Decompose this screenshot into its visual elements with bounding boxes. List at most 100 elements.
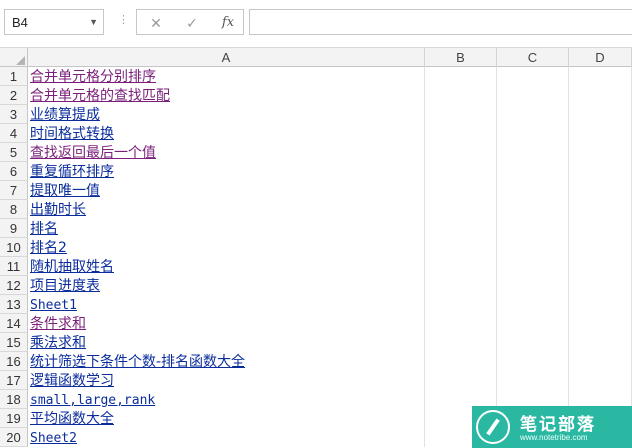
row-header[interactable]: 17 [0, 371, 28, 390]
column-header-d[interactable]: D [569, 48, 632, 67]
sheet-hyperlink[interactable]: 统计筛选下条件个数-排名函数大全 [28, 354, 245, 370]
cell-b[interactable] [425, 181, 497, 200]
cell-c[interactable] [497, 200, 569, 219]
enter-check-icon[interactable]: ✓ [181, 13, 203, 33]
sheet-hyperlink[interactable]: 乘法求和 [28, 335, 86, 351]
row-header[interactable]: 20 [0, 428, 28, 447]
cell-b[interactable] [425, 86, 497, 105]
sheet-hyperlink[interactable]: 项目进度表 [28, 278, 100, 294]
row-header[interactable]: 2 [0, 86, 28, 105]
cell-b[interactable] [425, 333, 497, 352]
cell-b[interactable] [425, 295, 497, 314]
row-header[interactable]: 6 [0, 162, 28, 181]
sheet-hyperlink[interactable]: 出勤时长 [28, 202, 86, 218]
cell-c[interactable] [497, 314, 569, 333]
cell-c[interactable] [497, 181, 569, 200]
column-header-c[interactable]: C [497, 48, 569, 67]
cell-b[interactable] [425, 105, 497, 124]
cell-a[interactable]: 平均函数大全 [28, 409, 425, 428]
row-header[interactable]: 5 [0, 143, 28, 162]
cell-d[interactable] [569, 200, 632, 219]
cell-a[interactable]: 合并单元格分别排序 [28, 67, 425, 86]
sheet-hyperlink[interactable]: 提取唯一值 [28, 183, 100, 199]
cell-a[interactable]: 乘法求和 [28, 333, 425, 352]
sheet-hyperlink[interactable]: Sheet2 [28, 431, 77, 446]
cell-a[interactable]: 随机抽取姓名 [28, 257, 425, 276]
cell-b[interactable] [425, 314, 497, 333]
cell-a[interactable]: 时间格式转换 [28, 124, 425, 143]
chevron-down-icon[interactable]: ▼ [89, 17, 98, 27]
cell-d[interactable] [569, 219, 632, 238]
cell-d[interactable] [569, 162, 632, 181]
cell-b[interactable] [425, 352, 497, 371]
cell-d[interactable] [569, 333, 632, 352]
cell-d[interactable] [569, 143, 632, 162]
row-header[interactable]: 13 [0, 295, 28, 314]
cell-c[interactable] [497, 162, 569, 181]
cell-b[interactable] [425, 200, 497, 219]
row-header[interactable]: 4 [0, 124, 28, 143]
name-box[interactable]: B4 ▼ [4, 9, 104, 35]
sheet-hyperlink[interactable]: 排名2 [28, 240, 67, 256]
cell-a[interactable]: 逻辑函数学习 [28, 371, 425, 390]
cell-b[interactable] [425, 276, 497, 295]
row-header[interactable]: 12 [0, 276, 28, 295]
row-header[interactable]: 14 [0, 314, 28, 333]
cell-c[interactable] [497, 276, 569, 295]
cell-a[interactable]: 项目进度表 [28, 276, 425, 295]
cell-d[interactable] [569, 276, 632, 295]
cell-b[interactable] [425, 238, 497, 257]
cell-a[interactable]: 重复循环排序 [28, 162, 425, 181]
cell-a[interactable]: 业绩算提成 [28, 105, 425, 124]
row-header[interactable]: 8 [0, 200, 28, 219]
sheet-hyperlink[interactable]: 逻辑函数学习 [28, 373, 114, 389]
cell-b[interactable] [425, 124, 497, 143]
cell-d[interactable] [569, 295, 632, 314]
row-header[interactable]: 16 [0, 352, 28, 371]
cell-a[interactable]: 出勤时长 [28, 200, 425, 219]
column-header-b[interactable]: B [425, 48, 497, 67]
cell-d[interactable] [569, 257, 632, 276]
cell-d[interactable] [569, 352, 632, 371]
cell-c[interactable] [497, 219, 569, 238]
drag-handle-icon[interactable]: ⋮ [118, 13, 130, 26]
cell-a[interactable]: 条件求和 [28, 314, 425, 333]
row-header[interactable]: 9 [0, 219, 28, 238]
cell-d[interactable] [569, 86, 632, 105]
cell-d[interactable] [569, 314, 632, 333]
cell-b[interactable] [425, 371, 497, 390]
sheet-hyperlink[interactable]: 排名 [28, 221, 58, 237]
sheet-hyperlink[interactable]: 合并单元格的查找匹配 [28, 88, 170, 104]
cell-d[interactable] [569, 238, 632, 257]
row-header[interactable]: 15 [0, 333, 28, 352]
cell-d[interactable] [569, 105, 632, 124]
row-header[interactable]: 19 [0, 409, 28, 428]
select-all-button[interactable] [0, 48, 28, 67]
cell-b[interactable] [425, 219, 497, 238]
cell-c[interactable] [497, 371, 569, 390]
cell-d[interactable] [569, 181, 632, 200]
sheet-hyperlink[interactable]: 随机抽取姓名 [28, 259, 114, 275]
sheet-hyperlink[interactable]: Sheet1 [28, 298, 77, 313]
cell-a[interactable]: 查找返回最后一个值 [28, 143, 425, 162]
cell-d[interactable] [569, 124, 632, 143]
cell-a[interactable]: Sheet1 [28, 295, 425, 314]
cell-c[interactable] [497, 143, 569, 162]
cell-b[interactable] [425, 67, 497, 86]
sheet-hyperlink[interactable]: 查找返回最后一个值 [28, 145, 156, 161]
column-header-a[interactable]: A [28, 48, 425, 67]
cell-a[interactable]: 合并单元格的查找匹配 [28, 86, 425, 105]
cell-c[interactable] [497, 86, 569, 105]
cell-a[interactable]: Sheet2 [28, 428, 425, 447]
cell-b[interactable] [425, 143, 497, 162]
row-header[interactable]: 7 [0, 181, 28, 200]
cell-a[interactable]: 排名2 [28, 238, 425, 257]
sheet-hyperlink[interactable]: 平均函数大全 [28, 411, 114, 427]
cell-b[interactable] [425, 162, 497, 181]
row-header[interactable]: 11 [0, 257, 28, 276]
cell-c[interactable] [497, 238, 569, 257]
formula-input[interactable] [249, 9, 632, 35]
sheet-hyperlink[interactable]: 条件求和 [28, 316, 86, 332]
cell-c[interactable] [497, 124, 569, 143]
cell-c[interactable] [497, 352, 569, 371]
